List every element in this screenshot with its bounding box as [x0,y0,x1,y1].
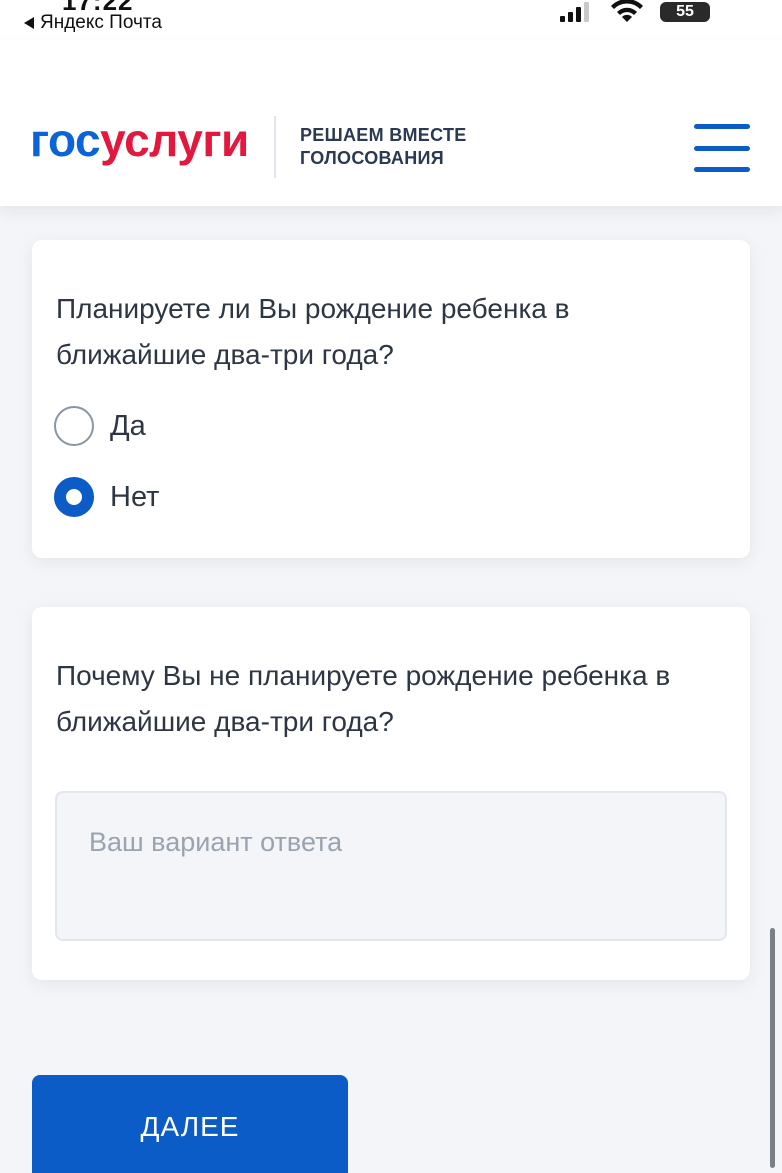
wifi-icon [611,0,643,22]
radio-option-yes[interactable]: Да [54,406,146,446]
page: 17:22 Яндекс Почта 55 госуслуги РЕШАЕМ В… [0,0,782,1173]
radio-option-no[interactable]: Нет [54,477,159,517]
radio-unchecked-icon[interactable] [54,406,94,446]
gosuslugi-logo[interactable]: госуслуги [30,112,249,168]
back-arrow-icon [24,17,34,29]
radio-checked-icon[interactable] [54,477,94,517]
status-bar: 17:22 Яндекс Почта 55 [0,0,782,40]
cellular-signal-icon [560,2,589,22]
question-1-text: Планируете ли Вы рождение ребенка в ближ… [56,293,570,370]
logo-part-gos: гос [30,114,101,166]
logo-divider [274,116,276,178]
question-card-2: Почему Вы не планируете рождение ребенка… [32,607,750,980]
tagline-line-1: РЕШАЕМ ВМЕСТЕ [300,125,467,145]
back-to-app-link[interactable]: Яндекс Почта [24,12,162,34]
hamburger-menu-icon[interactable] [694,124,752,172]
question-card-1: Планируете ли Вы рождение ребенка в ближ… [32,240,750,558]
battery-icon: 55 [660,2,710,22]
answer-input[interactable] [55,791,727,941]
question-2-text: Почему Вы не планируете рождение ребенка… [56,660,671,737]
tagline-line-2: ГОЛОСОВАНИЯ [300,148,444,168]
back-app-label: Яндекс Почта [40,12,162,33]
header-tagline: РЕШАЕМ ВМЕСТЕ ГОЛОСОВАНИЯ [300,124,467,170]
next-button[interactable]: ДАЛЕЕ [32,1075,348,1173]
site-header: госуслуги РЕШАЕМ ВМЕСТЕ ГОЛОСОВАНИЯ [0,40,782,206]
page-scrollbar[interactable] [770,928,775,1168]
radio-option-label: Нет [110,480,160,513]
radio-option-label: Да [110,409,146,442]
logo-part-uslugi: услуги [100,114,249,166]
